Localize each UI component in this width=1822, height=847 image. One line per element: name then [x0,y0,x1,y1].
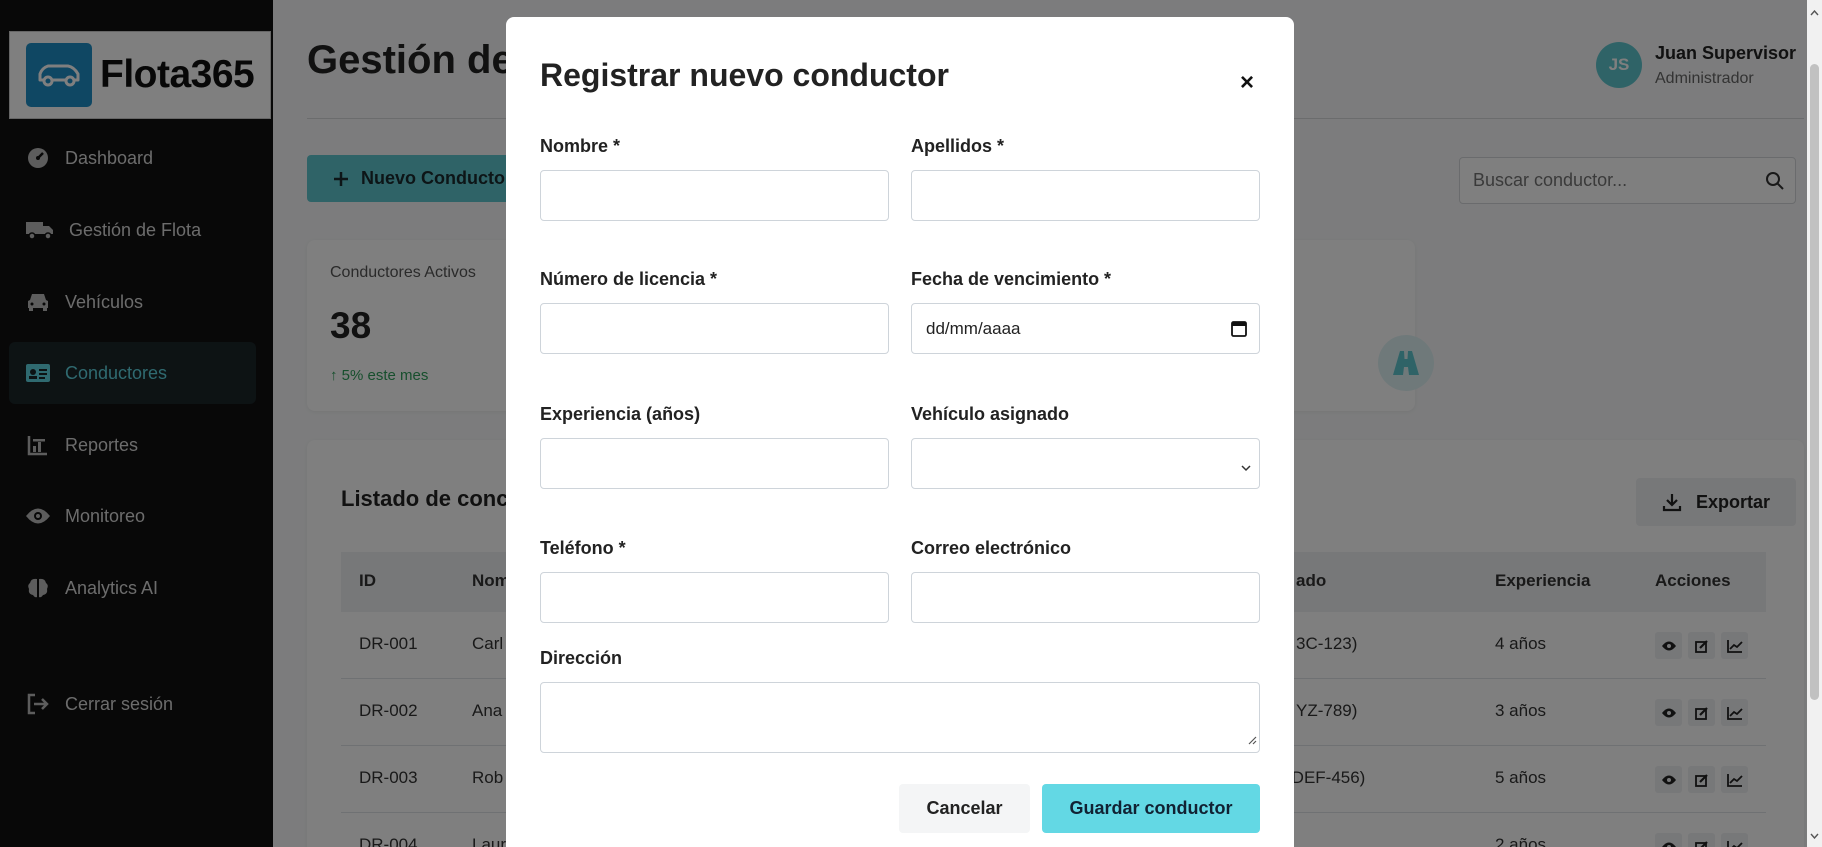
experience-field[interactable] [541,439,888,488]
last-name-field[interactable] [912,171,1259,220]
email-field[interactable] [912,573,1259,622]
save-driver-button[interactable]: Guardar conductor [1042,784,1260,833]
phone-label: Teléfono * [540,538,626,558]
experience-field-wrap [540,438,889,489]
scrollbar-thumb[interactable] [1810,64,1819,700]
chevron-down-icon [1241,459,1251,477]
register-driver-modal: Registrar nuevo conductor × Nombre * Ape… [506,17,1294,847]
vehicle-select[interactable] [911,438,1260,489]
resize-handle-icon[interactable] [1247,732,1257,750]
phone-field-wrap [540,572,889,623]
license-field[interactable] [541,304,888,353]
expiry-date-field[interactable]: dd/mm/aaaa [911,303,1260,354]
license-label: Número de licencia * [540,269,718,289]
calendar-icon[interactable] [1231,320,1247,342]
email-field-wrap [911,572,1260,623]
first-name-label: Nombre * [540,136,621,156]
first-name-field-wrap [540,170,889,221]
expiry-date-label: Fecha de vencimiento * [911,269,1112,289]
vehicle-label: Vehículo asignado [911,404,1070,424]
last-name-label: Apellidos * [911,136,1005,156]
close-icon[interactable]: × [1240,69,1254,97]
address-label: Dirección [540,648,623,668]
phone-field[interactable] [541,573,888,622]
scroll-down-icon[interactable] [1810,826,1819,844]
license-field-wrap [540,303,889,354]
modal-title: Registrar nuevo conductor [540,57,949,93]
address-textarea[interactable] [540,682,1260,753]
email-label: Correo electrónico [911,538,1072,558]
first-name-field[interactable] [541,171,888,220]
cancel-button[interactable]: Cancelar [899,784,1030,833]
experience-label: Experiencia (años) [540,404,701,424]
scroll-up-icon[interactable] [1810,3,1819,21]
last-name-field-wrap [911,170,1260,221]
page-scrollbar[interactable] [1807,0,1822,847]
expiry-date-value: dd/mm/aaaa [926,319,1021,338]
